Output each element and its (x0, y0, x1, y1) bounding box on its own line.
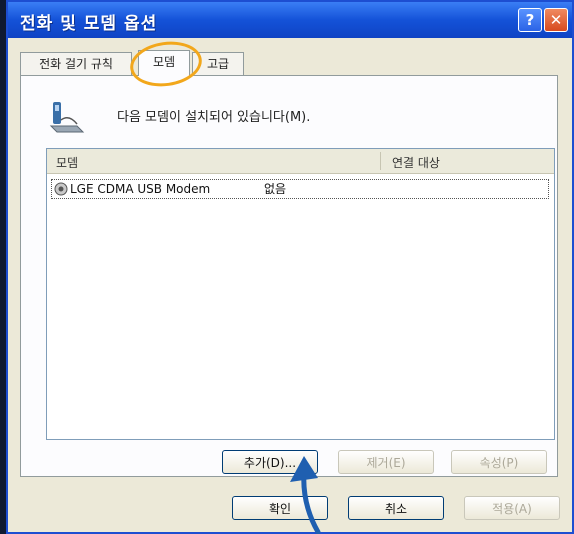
column-modem[interactable]: 모뎀 (56, 154, 78, 171)
title-bar[interactable]: 전화 및 모뎀 옵션 ? ✕ (8, 2, 572, 38)
modem-icon (49, 102, 85, 133)
apply-button[interactable]: 적용(A) (464, 496, 560, 520)
column-attached-to[interactable]: 연결 대상 (392, 154, 440, 171)
annotation-arrow (290, 456, 321, 534)
properties-button[interactable]: 속성(P) (451, 450, 547, 474)
column-divider (380, 152, 381, 170)
remove-button[interactable]: 제거(E) (338, 450, 434, 474)
modem-name: LGE CDMA USB Modem (70, 182, 211, 196)
cancel-button[interactable]: 취소 (348, 496, 444, 520)
modem-port: 없음 (264, 182, 287, 196)
tab-dialing-rules[interactable]: 전화 걸기 규칙 (20, 52, 132, 75)
installed-modems-message: 다음 모뎀이 설치되어 있습니다(M). (117, 110, 311, 125)
tab-panel: 다음 모뎀이 설치되어 있습니다(M). 모뎀 연결 대상 LGE CDMA U… (20, 75, 558, 477)
help-button[interactable]: ? (518, 8, 542, 32)
close-button[interactable]: ✕ (544, 8, 568, 32)
modem-small-icon (54, 182, 68, 196)
window-title: 전화 및 모뎀 옵션 (20, 14, 158, 34)
list-item[interactable]: LGE CDMA USB Modem 없음 (51, 179, 549, 199)
list-header: 모뎀 연결 대상 (47, 149, 554, 174)
modem-list[interactable]: 모뎀 연결 대상 LGE CDMA USB Modem 없음 (46, 148, 555, 440)
